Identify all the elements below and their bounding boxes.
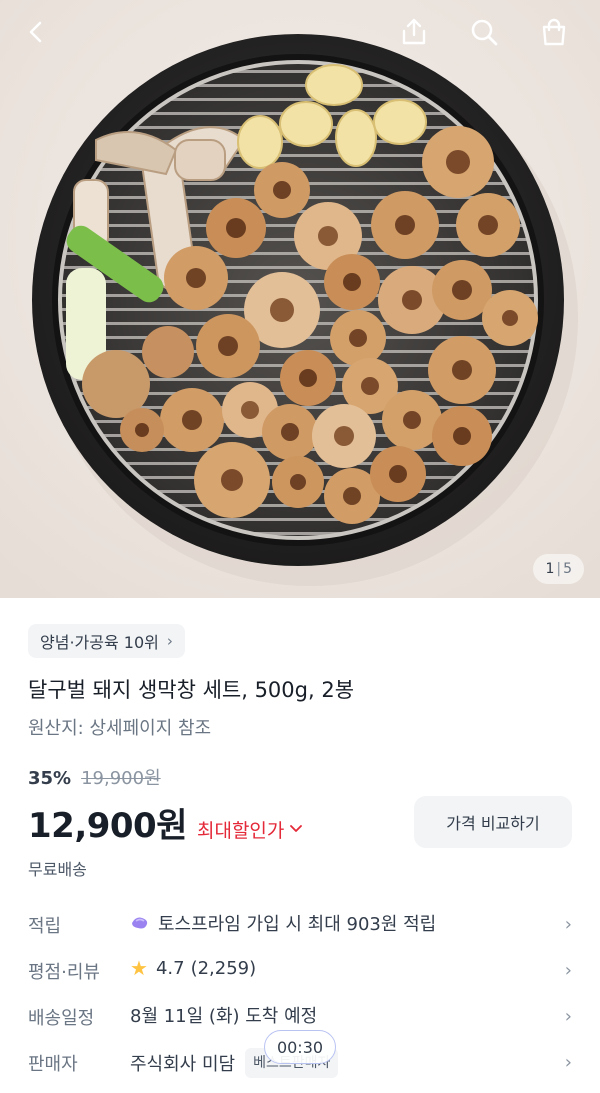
rating-value-wrap: ★ 4.7 (2,259) [130, 956, 256, 980]
back-button[interactable] [12, 8, 60, 56]
points-label: 적립 [28, 916, 62, 937]
shipping-info: 무료배송 [28, 860, 87, 879]
chevron-right-icon: › [564, 1006, 572, 1027]
timer-badge: 00:30 [264, 1030, 336, 1064]
star-icon: ★ [130, 956, 148, 980]
seller-name: 주식회사 미담 [130, 1054, 236, 1075]
search-icon [471, 19, 498, 46]
category-rank-label: 양념·가공육 10위 [40, 633, 159, 652]
price-row: 12,900원 최대할인가 [28, 798, 303, 847]
product-origin: 원산지: 상세페이지 참조 [28, 718, 212, 739]
points-value-wrap: 토스프라임 가입 시 최대 903원 적립 [130, 910, 436, 936]
points-row[interactable]: 적립 토스프라임 가입 시 최대 903원 적립 › [0, 904, 600, 950]
discount-rate: 35% [28, 768, 72, 789]
chevron-down-icon [290, 822, 303, 837]
share-icon [402, 18, 426, 45]
points-value: 토스프라임 가입 시 최대 903원 적립 [158, 914, 437, 935]
rating-row[interactable]: 평점·리뷰 ★ 4.7 (2,259) › [0, 950, 600, 996]
max-discount-dropdown[interactable]: 최대할인가 [196, 816, 303, 843]
sale-price: 12,900원 [28, 806, 187, 846]
chevron-right-icon: › [564, 1052, 572, 1073]
image-page-counter: 1 | 5 [533, 554, 584, 584]
rating-score: 4.7 [155, 957, 185, 979]
chevron-right-icon: › [564, 914, 572, 935]
discount-row: 35% 19,900원 [28, 764, 161, 790]
delivery-label: 배송일정 [28, 1008, 95, 1029]
toss-prime-icon [130, 915, 150, 931]
search-button[interactable] [460, 8, 508, 56]
share-button[interactable] [390, 8, 438, 56]
chevron-left-icon [29, 21, 42, 43]
product-image-area[interactable]: 1 | 5 [0, 0, 600, 598]
max-discount-label: 최대할인가 [196, 820, 285, 842]
product-title: 달구벌 돼지 생막창 세트, 500g, 2봉 [28, 678, 355, 702]
original-price: 19,900원 [81, 768, 161, 789]
seller-label: 판매자 [28, 1054, 78, 1075]
product-photo [0, 0, 600, 598]
review-count: (2,259) [190, 957, 257, 979]
rating-label: 평점·리뷰 [28, 962, 100, 983]
image-counter-total: 5 [563, 561, 572, 577]
image-counter-separator: | [556, 561, 562, 577]
image-counter-current: 1 [545, 561, 555, 577]
delivery-value: 8월 11일 (화) 도착 예정 [130, 1006, 318, 1027]
cart-button[interactable] [530, 8, 578, 56]
category-rank-chip[interactable]: 양념·가공육 10위 › [28, 624, 185, 658]
compare-price-button[interactable]: 가격 비교하기 [414, 796, 572, 848]
chevron-right-icon: › [564, 960, 572, 981]
chevron-right-icon: › [166, 632, 173, 650]
top-navigation-bar [0, 0, 600, 64]
shopping-bag-icon [542, 18, 566, 46]
